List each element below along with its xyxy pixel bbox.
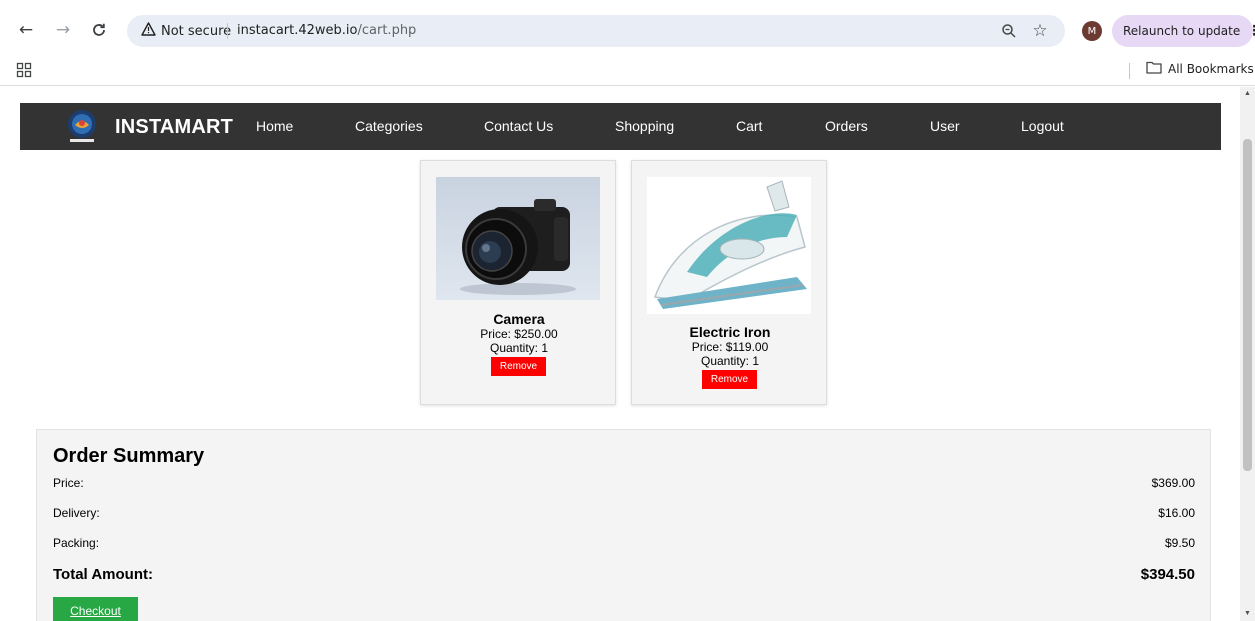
remove-button[interactable]: Remove [702, 370, 757, 389]
item-price: Price: $250.00 [480, 327, 558, 341]
chip-divider [227, 23, 228, 39]
address-bar[interactable]: Not secure instacart.42web.io/cart.php ☆ [127, 15, 1065, 47]
nav-user[interactable]: User [930, 118, 960, 134]
zoom-icon[interactable] [999, 21, 1019, 41]
remove-button[interactable]: Remove [491, 357, 546, 376]
nav-orders[interactable]: Orders [825, 118, 868, 134]
browser-toolbar: ← → Not secure instacart.42web.io/cart.p… [0, 0, 1255, 60]
electric-iron-image [647, 177, 811, 314]
order-summary: Order Summary Price: $369.00 Delivery: $… [36, 429, 1211, 621]
star-bookmark-icon[interactable]: ☆ [1030, 21, 1050, 41]
profile-avatar[interactable]: M [1082, 21, 1102, 41]
delivery-value: $16.00 [1158, 506, 1195, 520]
packing-value: $9.50 [1164, 536, 1195, 550]
forward-arrow-icon[interactable]: → [51, 18, 75, 42]
relaunch-button[interactable]: Relaunch to update ⋮ [1112, 15, 1255, 47]
page-scrollbar[interactable]: ▲ ▼ [1240, 87, 1255, 621]
back-arrow-icon[interactable]: ← [14, 18, 38, 42]
apps-grid-icon[interactable] [16, 62, 32, 78]
item-name: Electric Iron [689, 324, 771, 340]
relaunch-label: Relaunch to update [1123, 24, 1241, 38]
scrollbar-thumb[interactable] [1243, 139, 1252, 471]
url-host: instacart.42web.io [237, 23, 358, 38]
more-vertical-icon: ⋮ [1247, 23, 1255, 39]
url-path: /cart.php [357, 23, 417, 38]
bookmarks-divider [1129, 63, 1130, 79]
scroll-up-arrow-icon[interactable]: ▲ [1243, 90, 1252, 98]
nav-categories[interactable]: Categories [355, 118, 423, 134]
nav-logout[interactable]: Logout [1021, 118, 1064, 134]
total-amount-value: $394.50 [1140, 566, 1195, 583]
all-bookmarks-label: All Bookmarks [1168, 62, 1254, 76]
checkout-button[interactable]: Checkout [53, 597, 138, 621]
order-summary-title: Order Summary [53, 445, 205, 467]
item-quantity: Quantity: 1 [700, 354, 760, 368]
item-name: Camera [493, 311, 545, 327]
bookmarks-bar: All Bookmarks [0, 56, 1255, 86]
instamart-logo-icon[interactable] [66, 107, 98, 145]
reload-icon[interactable] [87, 18, 111, 42]
nav-shopping[interactable]: Shopping [615, 118, 674, 134]
nav-cart[interactable]: Cart [736, 118, 762, 134]
url-text[interactable]: instacart.42web.io/cart.php [237, 23, 416, 38]
brand-name[interactable]: INSTAMART [115, 116, 233, 139]
folder-icon [1146, 61, 1162, 77]
delivery-label: Delivery: [53, 506, 100, 520]
camera-image [436, 177, 600, 300]
cart-item-card: Camera Price: $250.00 Quantity: 1 Remove [420, 160, 616, 405]
all-bookmarks-button[interactable]: All Bookmarks [1146, 61, 1254, 77]
price-value: $369.00 [1151, 476, 1195, 490]
total-amount-label: Total Amount: [53, 566, 153, 583]
page-viewport: INSTAMART Home Categories Contact Us Sho… [0, 87, 1240, 621]
item-quantity: Quantity: 1 [489, 341, 549, 355]
scroll-down-arrow-icon[interactable]: ▼ [1243, 610, 1252, 618]
security-label: Not secure [161, 23, 232, 39]
nav-home[interactable]: Home [256, 118, 293, 134]
site-navbar: INSTAMART Home Categories Contact Us Sho… [20, 103, 1221, 150]
packing-label: Packing: [53, 536, 100, 550]
price-label: Price: [53, 476, 84, 490]
security-chip[interactable]: Not secure [133, 19, 239, 43]
warning-triangle-icon [141, 22, 156, 40]
cart-item-card: Electric Iron Price: $119.00 Quantity: 1… [631, 160, 827, 405]
nav-contact-us[interactable]: Contact Us [484, 118, 553, 134]
item-price: Price: $119.00 [691, 340, 769, 354]
